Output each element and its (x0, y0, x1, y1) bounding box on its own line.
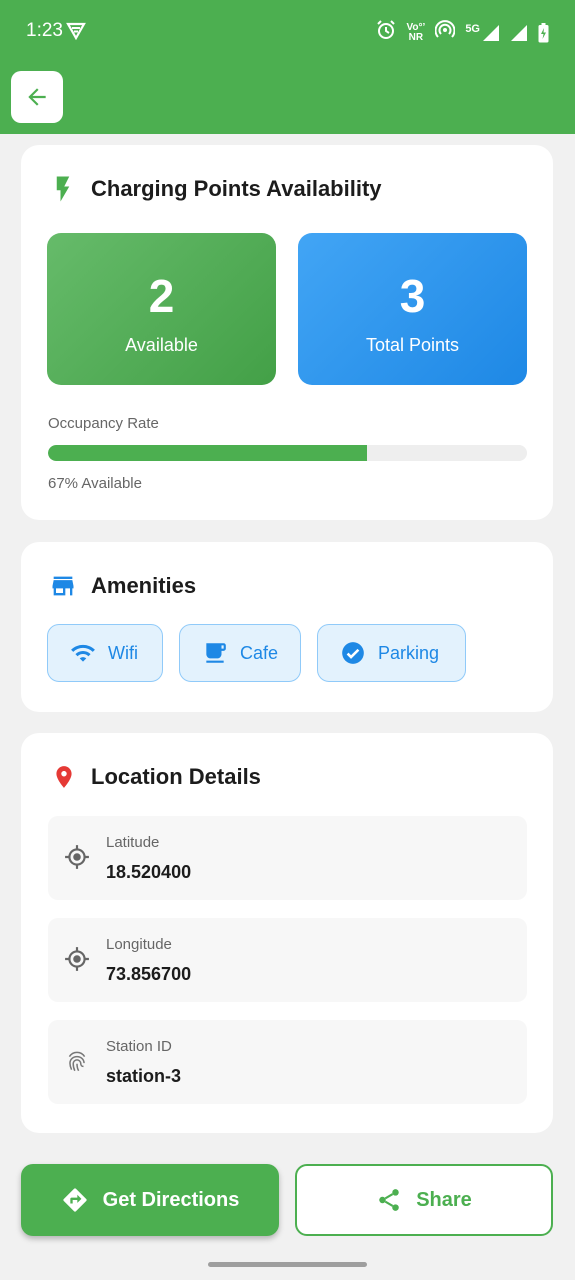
occupancy-text: 67% Available (48, 475, 142, 492)
amenity-chip-parking[interactable]: Parking (317, 624, 466, 682)
fingerprint-icon (64, 1048, 90, 1079)
store-icon (49, 572, 77, 605)
arrow-left-icon (28, 88, 46, 106)
share-button[interactable]: Share (295, 1164, 553, 1236)
gps-icon (64, 844, 90, 875)
vpn-icon (66, 22, 86, 45)
gesture-handle[interactable] (208, 1262, 367, 1267)
nr-text: NR (408, 31, 424, 43)
share-label: Share (416, 1188, 472, 1211)
app-bar: 1:23 Vo°’ NR 5G (0, 0, 575, 134)
bolt-icon (48, 174, 78, 209)
station-id-label: Station ID (106, 1038, 172, 1055)
hotspot-icon (434, 20, 456, 45)
back-button[interactable] (11, 71, 63, 123)
location-pin-icon (51, 762, 77, 797)
latitude-value: 18.520400 (106, 862, 192, 882)
amenity-chip-cafe[interactable]: Cafe (179, 624, 301, 682)
signal-5g: 5G (465, 22, 500, 42)
charging-card: Charging Points Availability 2 Available… (21, 145, 553, 520)
amenity-label-parking: Parking (378, 642, 440, 663)
amenity-label-wifi: Wifi (108, 642, 138, 663)
charging-title: Charging Points Availability (91, 176, 382, 201)
occupancy-label: Occupancy Rate (48, 415, 159, 432)
total-value: 3 (399, 270, 426, 322)
cafe-icon (206, 643, 226, 663)
alarm-icon (376, 20, 396, 45)
amenities-title: Amenities (91, 573, 197, 598)
available-stat: 2 Available (47, 233, 276, 385)
wifi-icon (71, 644, 95, 662)
amenity-chip-wifi[interactable]: Wifi (47, 624, 163, 682)
share-icon (379, 1189, 399, 1211)
detail-station-id: Station ID station-3 (48, 1020, 527, 1104)
volte-text: Vo°’ (406, 21, 426, 33)
status-time: 1:23 (26, 20, 63, 41)
get-directions-button[interactable]: Get Directions (21, 1164, 279, 1236)
available-label: Available (125, 335, 198, 355)
amenities-card: Amenities Wifi Cafe Parking (21, 542, 553, 712)
station-id-value: station-3 (106, 1066, 182, 1086)
check-circle-icon (342, 642, 364, 664)
total-label: Total Points (365, 335, 460, 355)
get-directions-label: Get Directions (102, 1188, 240, 1211)
signal-icon-2 (511, 24, 527, 41)
location-card: Location Details Latitude 18.520400 Long… (21, 733, 553, 1133)
occupancy-bar-fill (48, 445, 368, 461)
available-value: 2 (148, 270, 175, 322)
status-bar: 1:23 Vo°’ NR 5G (0, 0, 575, 64)
volte-indicator: Vo°’ NR (406, 21, 426, 43)
directions-icon (62, 1188, 87, 1212)
detail-latitude: Latitude 18.520400 (48, 816, 527, 900)
network-type: 5G (465, 22, 480, 35)
latitude-label: Latitude (106, 834, 160, 851)
gps-icon (64, 946, 90, 977)
battery-icon (538, 22, 549, 42)
longitude-label: Longitude (106, 936, 172, 953)
total-stat: 3 Total Points (298, 233, 527, 385)
longitude-value: 73.856700 (106, 964, 192, 984)
detail-longitude: Longitude 73.856700 (48, 918, 527, 1002)
signal-icon (483, 24, 499, 41)
amenity-label-cafe: Cafe (240, 642, 279, 663)
location-title: Location Details (91, 764, 261, 789)
occupancy-bar (48, 445, 527, 461)
